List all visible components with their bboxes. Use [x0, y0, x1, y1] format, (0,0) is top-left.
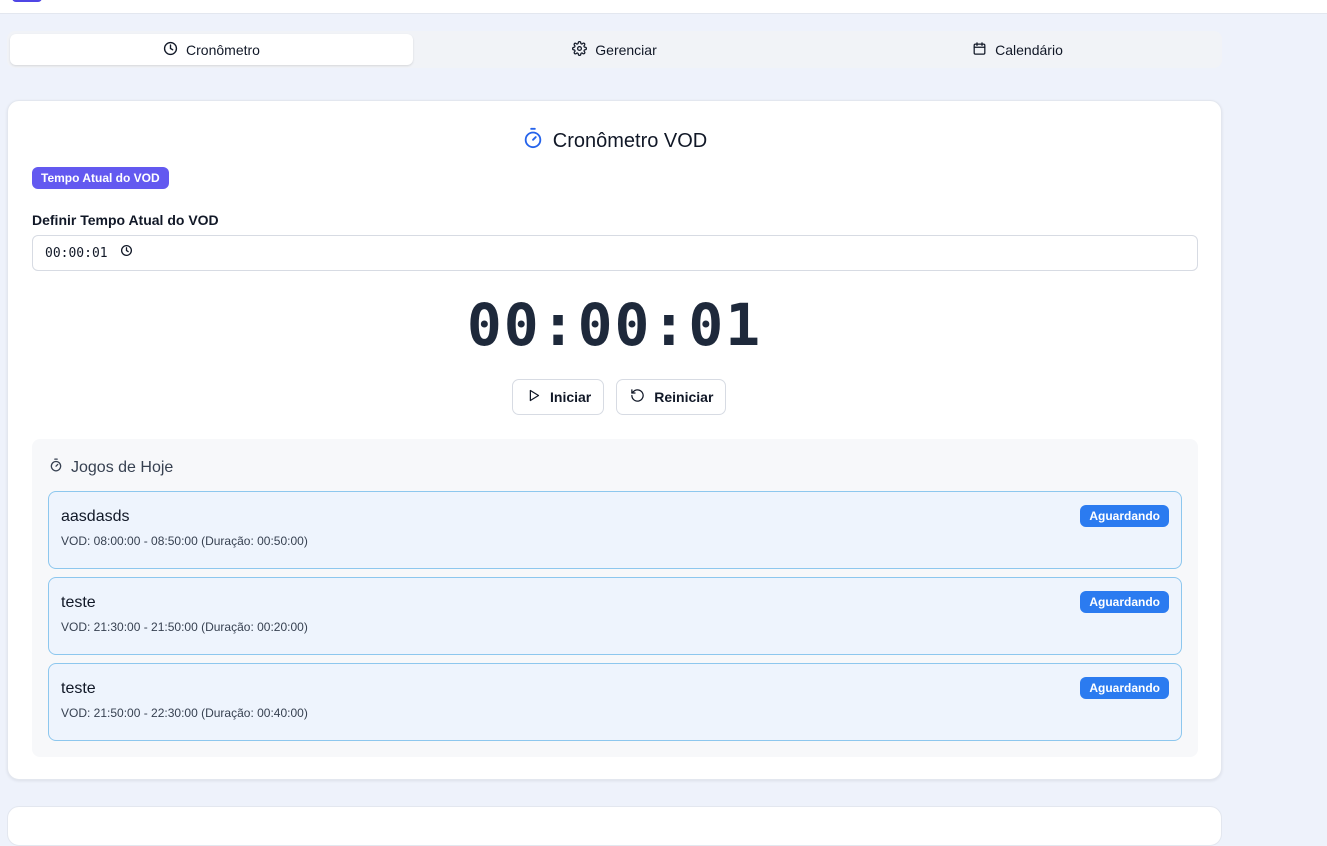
- game-vod-info: VOD: 21:30:00 - 21:50:00 (Duração: 00:20…: [61, 620, 308, 634]
- time-input-value: 00:00:01: [45, 245, 108, 261]
- todays-games-panel: Jogos de Hoje aasdasds VOD: 08:00:00 - 0…: [32, 439, 1198, 757]
- top-header: [0, 0, 1327, 14]
- stopwatch-icon: [49, 458, 63, 477]
- vod-timer-card: Cronômetro VOD Tempo Atual do VOD Defini…: [7, 100, 1222, 780]
- status-badge: Aguardando: [1080, 505, 1169, 527]
- timer-controls: Iniciar Reiniciar: [512, 379, 727, 415]
- calendar-icon: [972, 41, 987, 59]
- app-logo: [12, 0, 42, 2]
- tab-label: Calendário: [995, 41, 1063, 58]
- reset-button[interactable]: Reiniciar: [616, 379, 727, 415]
- time-picker-icon[interactable]: [120, 244, 133, 262]
- tab-label: Cronômetro: [186, 41, 260, 58]
- current-time-badge: Tempo Atual do VOD: [32, 167, 169, 189]
- game-item[interactable]: teste VOD: 21:50:00 - 22:30:00 (Duração:…: [48, 663, 1182, 741]
- games-title-label: Jogos de Hoje: [71, 458, 174, 476]
- clock-icon: [163, 41, 178, 59]
- reset-button-label: Reiniciar: [654, 389, 714, 405]
- start-button-label: Iniciar: [550, 389, 592, 405]
- status-badge: Aguardando: [1080, 591, 1169, 613]
- set-time-label: Definir Tempo Atual do VOD: [32, 212, 219, 228]
- game-vod-info: VOD: 21:50:00 - 22:30:00 (Duração: 00:40…: [61, 706, 308, 720]
- vod-time-input[interactable]: 00:00:01: [32, 235, 1198, 271]
- game-item[interactable]: teste VOD: 21:30:00 - 21:50:00 (Duração:…: [48, 577, 1182, 655]
- page-title: Cronômetro VOD: [552, 129, 708, 152]
- game-name: teste: [61, 680, 96, 697]
- next-card: [7, 806, 1222, 846]
- tab-gerenciar[interactable]: Gerenciar: [413, 34, 816, 65]
- tab-label: Gerenciar: [595, 41, 657, 58]
- game-item[interactable]: aasdasds VOD: 08:00:00 - 08:50:00 (Duraç…: [48, 491, 1182, 569]
- game-vod-info: VOD: 08:00:00 - 08:50:00 (Duração: 00:50…: [61, 534, 308, 548]
- status-badge: Aguardando: [1080, 677, 1169, 699]
- gear-icon: [572, 40, 588, 59]
- games-title: Jogos de Hoje: [49, 458, 173, 477]
- tab-cronometro[interactable]: Cronômetro: [10, 34, 413, 65]
- tab-calendario[interactable]: Calendário: [816, 34, 1219, 65]
- card-title: Cronômetro VOD: [8, 127, 1221, 155]
- timer-display: 00:00:01: [466, 291, 763, 359]
- game-name: aasdasds: [61, 508, 130, 525]
- play-icon: [526, 388, 541, 406]
- rotate-ccw-icon: [630, 388, 645, 406]
- stopwatch-icon: [522, 127, 544, 155]
- game-name: teste: [61, 594, 96, 611]
- tab-bar: Cronômetro Gerenciar Calendário: [7, 31, 1222, 68]
- start-button[interactable]: Iniciar: [512, 379, 605, 415]
